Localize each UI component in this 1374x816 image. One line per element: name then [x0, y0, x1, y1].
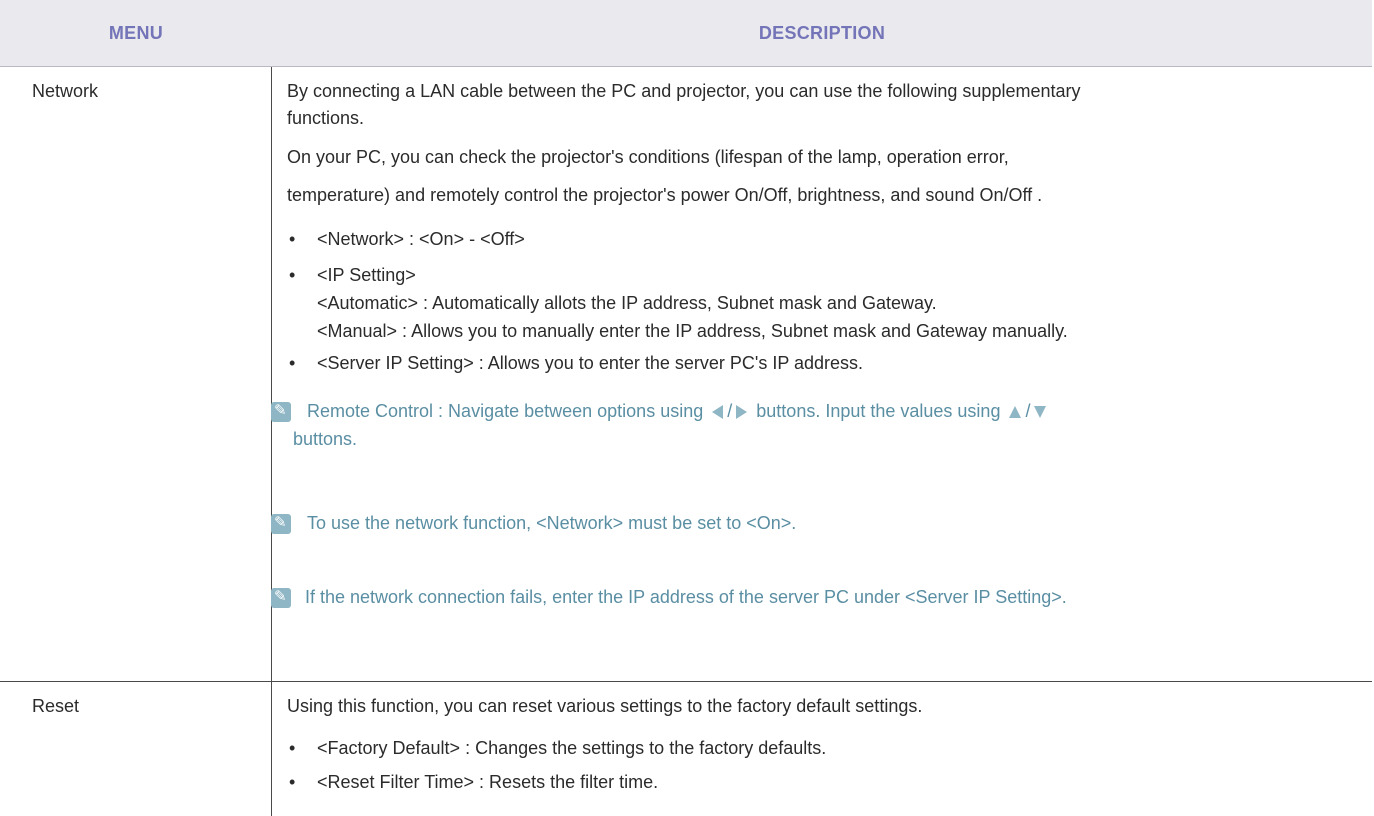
menu-column-header: MENU — [108, 23, 164, 43]
table-header: MENU DESCRIPTION — [0, 0, 1372, 67]
ip-manual-text: <Manual> : Allows you to manually enter … — [317, 321, 1068, 341]
note-text: If the network connection fails, enter t… — [305, 587, 1067, 607]
right-triangle-icon — [736, 405, 748, 420]
slash-text: / — [727, 401, 733, 421]
slash-text: / — [1025, 401, 1031, 421]
list-item-text: <IP Setting> — [317, 265, 416, 285]
note-pencil-icon — [271, 401, 291, 422]
network-paragraph-line1: On your PC, you can check the projector'… — [287, 147, 1009, 167]
down-triangle-icon — [1034, 406, 1047, 419]
note-text-part: buttons. Input the values using — [756, 401, 1001, 421]
note-text-continued: buttons. — [293, 429, 358, 449]
note-text: To use the network function, <Network> m… — [307, 513, 797, 533]
ip-automatic-text: <Automatic> : Automatically allots the I… — [317, 293, 937, 313]
bullet: • — [289, 265, 296, 285]
up-triangle-icon — [1009, 406, 1022, 419]
menu-cell-network: Network — [32, 81, 99, 101]
column-divider — [271, 682, 272, 816]
bullet: • — [289, 738, 296, 758]
bullet: • — [289, 229, 296, 249]
list-item-text: <Reset Filter Time> : Resets the filter … — [317, 772, 659, 792]
list-item-text: <Server IP Setting> : Allows you to ente… — [317, 353, 864, 373]
bullet: • — [289, 772, 296, 792]
network-paragraph-line2: temperature) and remotely control the pr… — [287, 185, 1043, 205]
note-pencil-icon — [271, 513, 291, 534]
menu-cell-reset: Reset — [32, 696, 80, 716]
note-text-part: Remote Control : Navigate between option… — [307, 401, 704, 421]
bullet: • — [289, 353, 296, 373]
list-item-text: <Factory Default> : Changes the settings… — [317, 738, 827, 758]
note-pencil-icon — [271, 587, 291, 608]
description-column-header: DESCRIPTION — [758, 23, 886, 43]
table-row-reset: Reset Using this function, you can reset… — [0, 682, 1372, 816]
network-intro-line1: By connecting a LAN cable between the PC… — [287, 81, 1081, 101]
reset-intro: Using this function, you can reset vario… — [287, 696, 923, 716]
note-text: Remote Control : Navigate between option… — [307, 401, 1050, 422]
list-item-text: <Network> : <On> - <Off> — [317, 229, 525, 249]
table-row-network: Network By connecting a LAN cable betwee… — [0, 67, 1372, 682]
network-intro-line2: functions. — [287, 108, 365, 128]
left-triangle-icon — [712, 405, 724, 420]
